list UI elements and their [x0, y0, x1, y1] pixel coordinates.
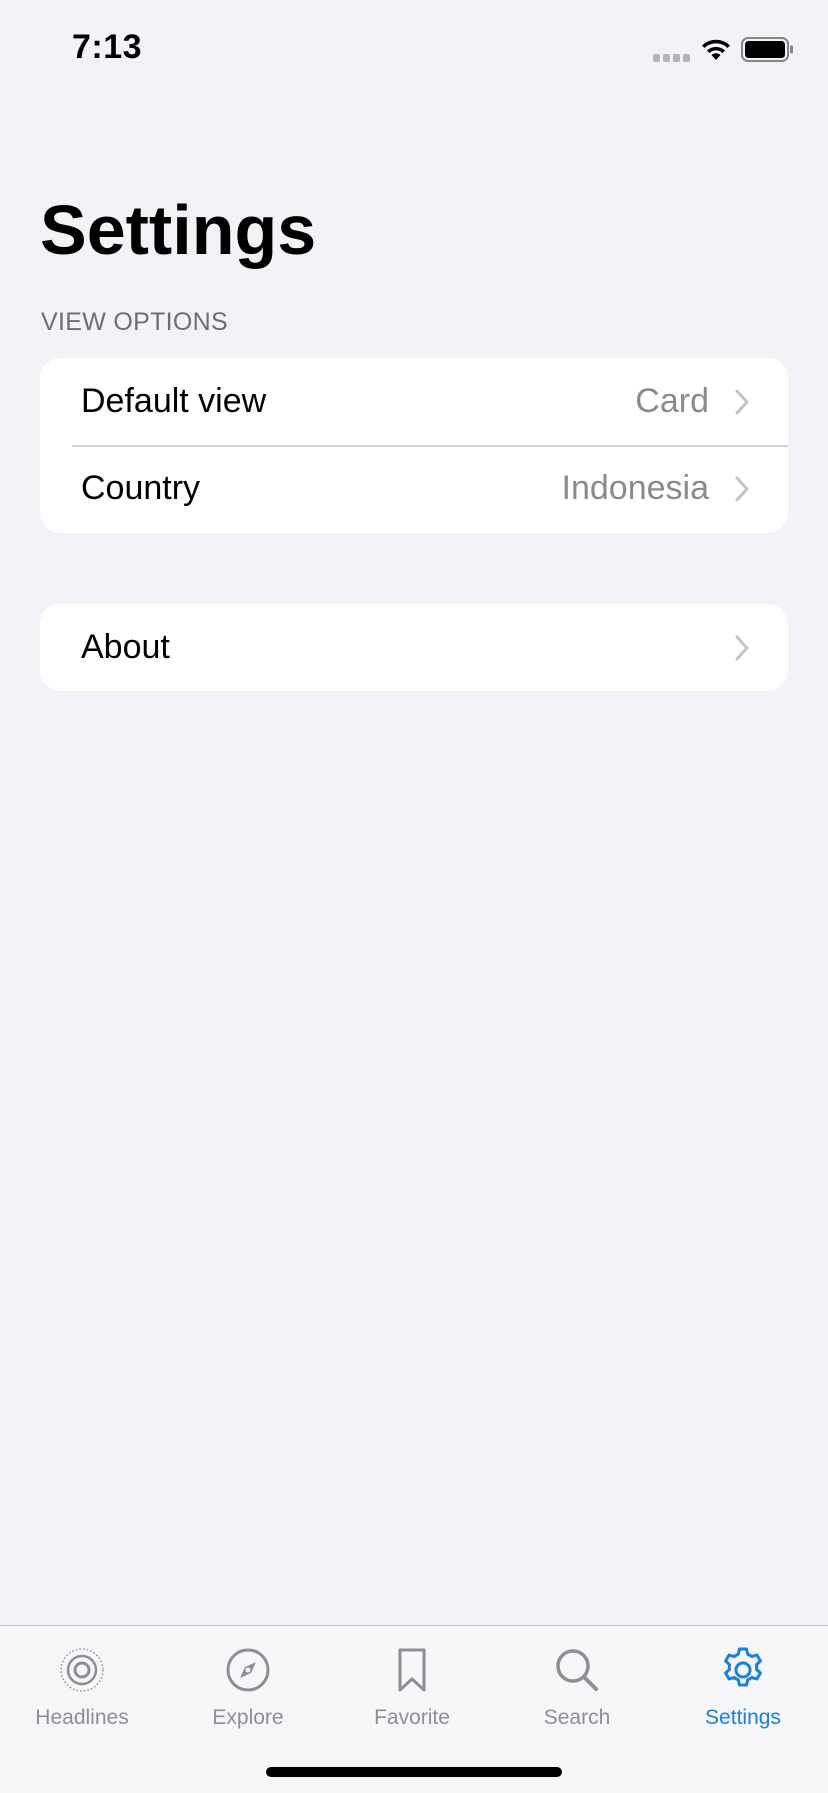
home-indicator — [266, 1767, 562, 1777]
country-label: Country — [81, 469, 201, 507]
section-header-view-options: VIEW OPTIONS — [41, 308, 228, 336]
view-options-group: Default view Card Country Indonesia — [40, 358, 788, 533]
about-group: About — [40, 604, 788, 691]
tab-label: Headlines — [35, 1706, 129, 1729]
country-row[interactable]: Country Indonesia — [40, 445, 788, 532]
tab-explore[interactable]: Explore — [183, 1646, 313, 1730]
status-bar: 7:13 — [0, 0, 828, 100]
gear-icon — [724, 1647, 762, 1687]
battery-icon — [741, 37, 793, 62]
signal-icon — [653, 54, 690, 62]
default-view-row[interactable]: Default view Card — [40, 358, 788, 445]
chevron-right-icon — [735, 389, 749, 414]
wifi-icon — [702, 39, 730, 60]
about-row[interactable]: About — [40, 604, 788, 691]
tab-search[interactable]: Search — [512, 1646, 642, 1730]
tab-favorite[interactable]: Favorite — [347, 1646, 477, 1730]
tab-label: Favorite — [374, 1706, 450, 1729]
headlines-icon — [60, 1648, 104, 1692]
tab-label: Settings — [705, 1706, 781, 1729]
about-label: About — [81, 628, 170, 666]
tab-headlines[interactable]: Headlines — [17, 1646, 147, 1730]
tab-label: Search — [543, 1706, 611, 1729]
default-view-label: Default view — [81, 382, 267, 420]
page-title: Settings — [40, 191, 317, 269]
tab-label: Explore — [212, 1706, 284, 1729]
chevron-right-icon — [735, 635, 749, 660]
compass-icon — [226, 1648, 270, 1692]
default-view-value: Card — [635, 382, 709, 420]
chevron-right-icon — [735, 476, 749, 501]
search-icon — [556, 1649, 598, 1691]
tab-bar: Headlines Explore Favorite Search Settin… — [0, 1625, 828, 1793]
status-time: 7:13 — [72, 28, 143, 66]
bookmark-icon — [398, 1648, 426, 1692]
tab-settings[interactable]: Settings — [678, 1646, 808, 1730]
country-value: Indonesia — [561, 469, 709, 507]
